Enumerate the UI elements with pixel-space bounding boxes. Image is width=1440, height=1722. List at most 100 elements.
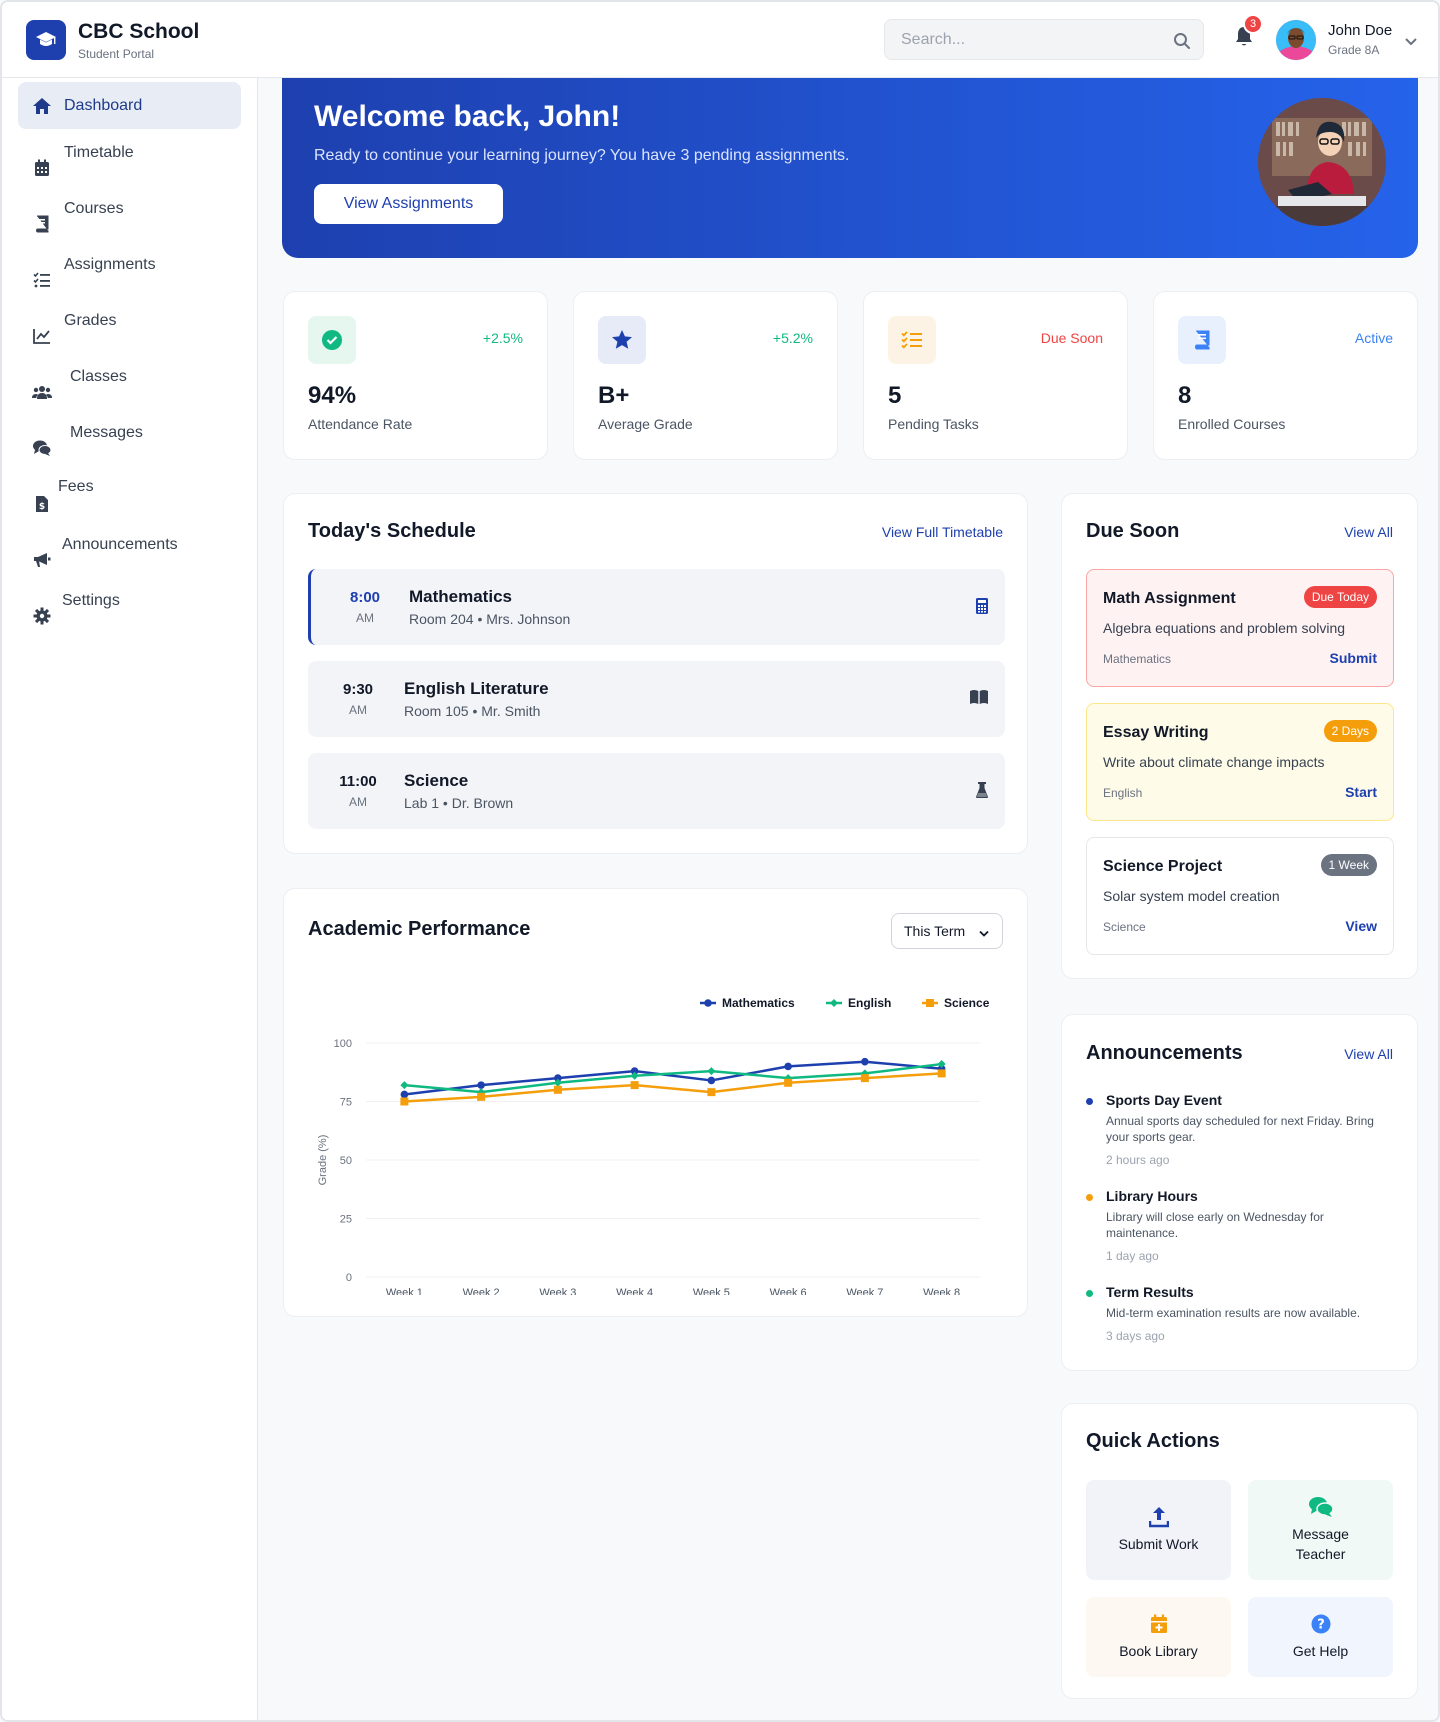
due-item-subject: Mathematics: [1103, 652, 1172, 666]
notification-badge: 3: [1243, 14, 1263, 34]
search-icon[interactable]: [1173, 32, 1191, 55]
data-point-english: [400, 1081, 409, 1090]
sidebar-item-grades[interactable]: Grades: [18, 306, 241, 353]
due-item[interactable]: Math Assignment Due Today Algebra equati…: [1086, 569, 1394, 687]
announcement-item[interactable]: Library Hours Library will close early o…: [1086, 1188, 1396, 1263]
comments-icon: [32, 438, 52, 458]
legend-label: Mathematics: [722, 996, 795, 1010]
announcements-view-all-link[interactable]: View All: [1344, 1046, 1393, 1062]
comments-icon: [1308, 1496, 1334, 1518]
tasks-icon: [32, 270, 52, 290]
announcements-card: Announcements View All Sports Day Event …: [1061, 1014, 1418, 1371]
legend-label: Science: [944, 996, 990, 1010]
data-point-mathematics: [784, 1062, 792, 1071]
stat-value: 5: [888, 382, 902, 409]
due-item[interactable]: Science Project 1 Week Solar system mode…: [1086, 837, 1394, 955]
x-tick-label: Week 5: [693, 1287, 730, 1295]
sidebar-item-classes[interactable]: Classes: [18, 362, 241, 409]
start-link[interactable]: Start: [1345, 784, 1377, 800]
announcement-dot: [1086, 1098, 1093, 1105]
announcement-item[interactable]: Term Results Mid-term examination result…: [1086, 1284, 1396, 1343]
user-name[interactable]: John Doe: [1328, 22, 1392, 39]
view-assignments-button[interactable]: View Assignments: [314, 184, 503, 224]
sidebar-item-settings[interactable]: Settings: [18, 586, 241, 633]
due-item-title: Math Assignment: [1103, 590, 1236, 607]
sidebar-item-label: Settings: [62, 592, 120, 609]
question-circle-icon: ?: [1311, 1613, 1331, 1635]
flask-icon: [975, 781, 989, 804]
performance-line-chart: 0 25 50 75 100 Grade (%) Week 1 Week 2 Week 3 Wee…: [317, 996, 990, 1295]
users-icon: [32, 382, 52, 402]
welcome-title: Welcome back, John!: [314, 100, 621, 133]
due-item-title: Science Project: [1103, 858, 1223, 875]
sidebar-item-label: Announcements: [62, 536, 178, 553]
sidebar: Dashboard Timetable Courses Assignments …: [2, 78, 258, 1720]
avatar[interactable]: [1276, 20, 1316, 60]
due-badge: Due Today: [1303, 586, 1377, 608]
y-tick-label: 25: [340, 1214, 352, 1226]
sidebar-item-messages[interactable]: Messages: [18, 418, 241, 465]
schedule-item[interactable]: 8:00 AM Mathematics Room 204 • Mrs. John…: [308, 569, 1005, 645]
schedule-ampm: AM: [349, 703, 367, 717]
y-tick-label: 100: [334, 1038, 352, 1050]
data-point-science: [400, 1097, 409, 1106]
stat-value: B+: [598, 382, 630, 409]
quick-actions-card: Quick Actions Submit Work Message Teache…: [1061, 1403, 1418, 1699]
announcement-item[interactable]: Sports Day Event Annual sports day sched…: [1086, 1092, 1396, 1167]
announcement-title: Sports Day Event: [1106, 1092, 1222, 1108]
sidebar-item-label: Timetable: [64, 144, 134, 161]
due-soon-view-all-link[interactable]: View All: [1344, 524, 1393, 540]
performance-title: Academic Performance: [308, 918, 531, 940]
announcements-title: Announcements: [1086, 1042, 1243, 1064]
sidebar-item-label: Dashboard: [64, 96, 143, 114]
submit-link[interactable]: Submit: [1330, 650, 1377, 666]
view-link[interactable]: View: [1345, 918, 1377, 934]
sidebar-item-label: Assignments: [64, 256, 156, 273]
search-input[interactable]: [885, 20, 1203, 59]
view-full-timetable-link[interactable]: View Full Timetable: [882, 524, 1003, 540]
chevron-down-icon[interactable]: [1404, 34, 1418, 52]
calendar-icon: [32, 158, 52, 178]
data-point-mathematics: [400, 1090, 409, 1099]
sidebar-item-assignments[interactable]: Assignments: [18, 250, 241, 297]
check-circle-icon: [308, 316, 356, 364]
brand-subtitle: Student Portal: [78, 47, 155, 61]
announcement-time: 2 hours ago: [1106, 1153, 1170, 1167]
get-help-button[interactable]: ? Get Help: [1248, 1597, 1393, 1677]
legend-marker: [830, 999, 838, 1007]
data-point-science: [630, 1081, 639, 1090]
sidebar-item-timetable[interactable]: Timetable: [18, 138, 241, 185]
schedule-item[interactable]: 9:30 AM English Literature Room 105 • Mr…: [308, 661, 1005, 737]
schedule-item[interactable]: 11:00 AM Science Lab 1 • Dr. Brown: [308, 753, 1005, 829]
stat-status: Due Soon: [1040, 330, 1103, 346]
sidebar-item-fees[interactable]: $ Fees: [18, 474, 241, 521]
sidebar-item-announcements[interactable]: Announcements: [18, 530, 241, 577]
chart-line-icon: [32, 326, 52, 346]
sidebar-item-courses[interactable]: Courses: [18, 194, 241, 241]
sidebar-item-dashboard[interactable]: Dashboard: [18, 82, 241, 129]
book-icon: [32, 214, 52, 234]
graduation-cap-icon[interactable]: [26, 20, 66, 60]
invoice-icon: $: [32, 494, 52, 514]
announcement-title: Term Results: [1106, 1284, 1194, 1300]
announcement-body: Library will close early on Wednesday fo…: [1106, 1210, 1324, 1240]
sidebar-item-label: Messages: [70, 424, 143, 441]
stat-label: Pending Tasks: [888, 416, 979, 432]
submit-work-button[interactable]: Submit Work: [1086, 1480, 1231, 1580]
calculator-icon: [975, 597, 989, 620]
schedule-ampm: AM: [349, 795, 367, 809]
due-item[interactable]: Essay Writing 2 Days Write about climate…: [1086, 703, 1394, 821]
message-teacher-button[interactable]: Message Teacher: [1248, 1480, 1393, 1580]
quick-action-label: Get Help: [1292, 1643, 1349, 1659]
stat-label: Average Grade: [598, 416, 693, 432]
stat-status: Active: [1354, 330, 1393, 346]
list-check-icon: [888, 316, 936, 364]
data-point-mathematics: [707, 1076, 716, 1085]
quick-action-label: Submit Work: [1118, 1536, 1199, 1552]
term-select[interactable]: This Term: [891, 913, 1003, 949]
stat-value: 8: [1178, 382, 1192, 409]
announcement-time: 1 day ago: [1106, 1249, 1159, 1263]
due-item-description: Solar system model creation: [1103, 888, 1280, 904]
stat-card-courses: Active 8 Enrolled Courses: [1153, 291, 1418, 460]
book-library-button[interactable]: Book Library: [1086, 1597, 1231, 1677]
